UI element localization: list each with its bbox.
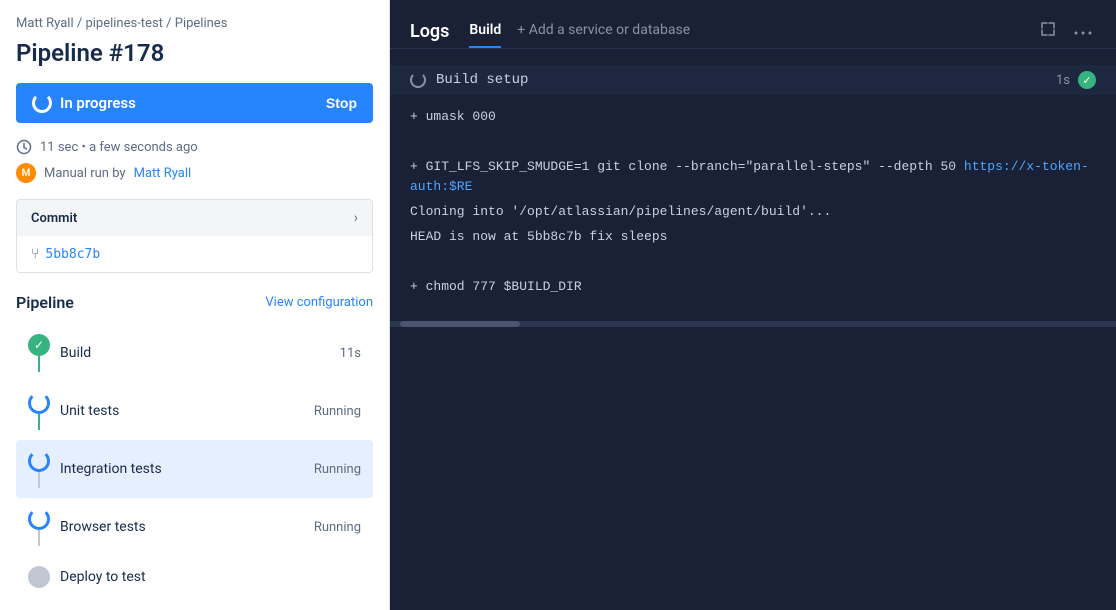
pipeline-step-build[interactable]: ✓ Build 11s bbox=[16, 324, 373, 382]
success-icon: ✓ bbox=[28, 334, 50, 356]
log-line-spacer-1 bbox=[410, 132, 1096, 153]
progress-bar[interactable]: In progress Stop bbox=[16, 83, 373, 123]
commit-body: ⑂ 5bb8c7b bbox=[17, 236, 372, 272]
more-options-icon[interactable] bbox=[1070, 18, 1096, 44]
duration-row: 11 sec • a few seconds ago bbox=[16, 139, 373, 155]
log-section-header-build-setup[interactable]: Build setup 1s ✓ bbox=[390, 65, 1116, 95]
logs-tabs: Build + Add a service or database bbox=[469, 14, 690, 48]
clock-icon bbox=[16, 139, 32, 155]
breadcrumb-section: Pipelines bbox=[175, 16, 228, 31]
commit-label: Commit bbox=[31, 211, 77, 226]
breadcrumb-user[interactable]: Matt Ryall bbox=[16, 16, 74, 31]
step-icon-area-integration-tests bbox=[28, 450, 50, 488]
step-status-browser-tests: Running bbox=[314, 520, 361, 535]
logs-title: Logs bbox=[410, 21, 449, 42]
tab-build[interactable]: Build bbox=[469, 14, 501, 48]
breadcrumb: Matt Ryall / pipelines-test / Pipelines bbox=[16, 16, 373, 31]
step-icon-area-browser-tests bbox=[28, 508, 50, 546]
step-connector-build bbox=[38, 356, 40, 372]
meta-info: 11 sec • a few seconds ago M Manual run … bbox=[16, 139, 373, 183]
pipeline-label: Pipeline bbox=[16, 293, 74, 312]
log-line-3: Cloning into '/opt/atlassian/pipelines/a… bbox=[410, 202, 1096, 223]
step-connector-integration-tests bbox=[38, 472, 40, 488]
step-info-build: Build 11s bbox=[60, 345, 361, 361]
log-section-spinner-icon bbox=[410, 72, 426, 88]
view-configuration-link[interactable]: View configuration bbox=[265, 295, 373, 310]
step-name-unit-tests: Unit tests bbox=[60, 403, 119, 419]
running-icon-browser-tests bbox=[28, 508, 50, 530]
step-name-integration-tests: Integration tests bbox=[60, 461, 162, 477]
step-connector-browser-tests bbox=[38, 530, 40, 546]
logs-header: Logs Build + Add a service or database bbox=[390, 0, 1116, 49]
logs-header-actions bbox=[1036, 17, 1096, 46]
log-line-2: + GIT_LFS_SKIP_SMUDGE=1 git clone --bran… bbox=[410, 157, 1096, 199]
progress-left: In progress bbox=[32, 93, 136, 113]
pipeline-section: Pipeline View configuration ✓ Build 11s bbox=[16, 293, 373, 598]
left-panel: Matt Ryall / pipelines-test / Pipelines … bbox=[0, 0, 390, 610]
log-line-1: + umask 000 bbox=[410, 107, 1096, 128]
step-status-unit-tests: Running bbox=[314, 404, 361, 419]
log-section-build-setup: Build setup 1s ✓ + umask 000 + GIT_LFS_S… bbox=[390, 65, 1116, 313]
pipeline-steps: ✓ Build 11s Unit tests Running bbox=[16, 324, 373, 598]
run-by-user[interactable]: Matt Ryall bbox=[134, 166, 192, 181]
step-status-integration-tests: Running bbox=[314, 462, 361, 477]
log-line-spacer-2 bbox=[410, 252, 1096, 273]
running-icon-unit-tests bbox=[28, 392, 50, 414]
log-line-4: HEAD is now at 5bb8c7b fix sleeps bbox=[410, 227, 1096, 248]
pipeline-step-unit-tests[interactable]: Unit tests Running bbox=[16, 382, 373, 440]
duration-text: 11 sec • a few seconds ago bbox=[40, 140, 198, 155]
pipeline-step-browser-tests[interactable]: Browser tests Running bbox=[16, 498, 373, 556]
horizontal-scrollbar[interactable] bbox=[390, 321, 1116, 327]
step-icon-area-build: ✓ bbox=[28, 334, 50, 372]
breadcrumb-repo[interactable]: pipelines-test bbox=[85, 16, 162, 31]
log-section-time-build-setup: 1s ✓ bbox=[1056, 71, 1096, 89]
log-content-build-setup: + umask 000 + GIT_LFS_SKIP_SMUDGE=1 git … bbox=[390, 95, 1116, 313]
step-info-unit-tests: Unit tests Running bbox=[60, 403, 361, 419]
avatar: M bbox=[16, 163, 36, 183]
logs-body[interactable]: Build setup 1s ✓ + umask 000 + GIT_LFS_S… bbox=[390, 49, 1116, 610]
right-panel: Logs Build + Add a service or database bbox=[390, 0, 1116, 610]
progress-spinner-icon bbox=[32, 93, 52, 113]
log-duration: 1s bbox=[1056, 73, 1070, 88]
step-name-browser-tests: Browser tests bbox=[60, 519, 146, 535]
step-icon-area-unit-tests bbox=[28, 392, 50, 430]
pipeline-step-deploy-to-test[interactable]: Deploy to test bbox=[16, 556, 373, 598]
expand-icon[interactable] bbox=[1036, 17, 1060, 46]
step-info-browser-tests: Browser tests Running bbox=[60, 519, 361, 535]
step-info-deploy: Deploy to test bbox=[60, 569, 361, 585]
logs-header-left: Logs Build + Add a service or database bbox=[410, 14, 690, 48]
log-clone-url[interactable]: https://x-token-auth:$RE bbox=[410, 159, 1089, 195]
log-line-5: + chmod 777 $BUILD_DIR bbox=[410, 277, 1096, 298]
commit-section: Commit › ⑂ 5bb8c7b bbox=[16, 199, 373, 273]
progress-label: In progress bbox=[60, 94, 136, 112]
chevron-right-icon: › bbox=[354, 210, 358, 226]
step-info-integration-tests: Integration tests Running bbox=[60, 461, 361, 477]
stop-button[interactable]: Stop bbox=[326, 95, 357, 111]
page-title: Pipeline #178 bbox=[16, 39, 373, 67]
log-section-title-build-setup: Build setup bbox=[410, 72, 528, 88]
pipeline-header: Pipeline View configuration bbox=[16, 293, 373, 312]
commit-hash[interactable]: 5bb8c7b bbox=[45, 247, 100, 262]
log-check-icon: ✓ bbox=[1078, 71, 1096, 89]
step-connector-unit-tests bbox=[38, 414, 40, 430]
log-section-name: Build setup bbox=[436, 72, 528, 88]
running-icon-integration-tests bbox=[28, 450, 50, 472]
scrollbar-thumb bbox=[400, 321, 520, 327]
step-name-deploy: Deploy to test bbox=[60, 569, 146, 585]
tab-add-service[interactable]: + Add a service or database bbox=[517, 14, 690, 48]
step-icon-area-deploy bbox=[28, 566, 50, 588]
step-name-build: Build bbox=[60, 345, 91, 361]
pipeline-step-integration-tests[interactable]: Integration tests Running bbox=[16, 440, 373, 498]
step-time-build: 11s bbox=[340, 346, 361, 361]
run-by-row: M Manual run by Matt Ryall bbox=[16, 163, 373, 183]
run-by-prefix: Manual run by bbox=[44, 166, 126, 181]
git-branch-icon: ⑂ bbox=[31, 246, 39, 262]
commit-header[interactable]: Commit › bbox=[17, 200, 372, 236]
pending-icon-deploy bbox=[28, 566, 50, 588]
